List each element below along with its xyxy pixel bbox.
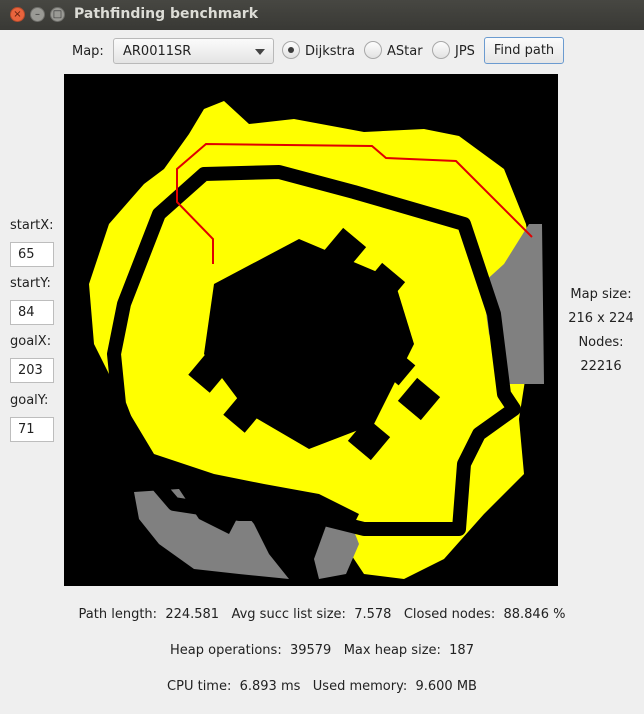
nodes-value: 22216 <box>580 359 622 374</box>
goal-x-input[interactable] <box>10 358 54 383</box>
maximize-window-button[interactable]: □ <box>50 7 65 22</box>
chevron-down-icon <box>255 49 265 55</box>
maximize-icon: □ <box>52 9 63 20</box>
start-x-input[interactable] <box>10 242 54 267</box>
minimize-icon: – <box>35 9 40 20</box>
map-label: Map: <box>72 44 104 59</box>
minimize-window-button[interactable]: – <box>30 7 45 22</box>
start-x-label: startX: <box>10 218 54 233</box>
jps-label[interactable]: JPS <box>455 44 475 59</box>
map-canvas[interactable] <box>64 74 558 586</box>
map-select-value: AR0011SR <box>123 44 192 59</box>
goal-y-label: goalY: <box>10 393 49 408</box>
window-titlebar: × – □ Pathfinding benchmark <box>0 0 644 30</box>
stats-line-cpu: CPU time: 6.893 ms Used memory: 9.600 MB <box>167 679 477 694</box>
close-window-button[interactable]: × <box>10 7 25 22</box>
stats-line-heap: Heap operations: 39579 Max heap size: 18… <box>170 643 474 658</box>
start-y-label: startY: <box>10 276 51 291</box>
stats-line-path: Path length: 224.581 Avg succ list size:… <box>78 607 566 622</box>
find-path-button[interactable]: Find path <box>484 37 564 64</box>
window-title: Pathfinding benchmark <box>74 6 259 22</box>
goal-y-input[interactable] <box>10 417 54 442</box>
map-size-label: Map size: <box>570 287 632 302</box>
map-select[interactable]: AR0011SR <box>113 38 274 64</box>
dijkstra-radio[interactable] <box>282 41 300 59</box>
map-size-value: 216 x 224 <box>568 311 634 326</box>
goal-x-label: goalX: <box>10 334 52 349</box>
dijkstra-label[interactable]: Dijkstra <box>305 44 355 59</box>
close-icon: × <box>13 9 22 20</box>
astar-radio[interactable] <box>364 41 382 59</box>
start-y-input[interactable] <box>10 300 54 325</box>
jps-radio[interactable] <box>432 41 450 59</box>
nodes-label: Nodes: <box>578 335 624 350</box>
astar-label[interactable]: AStar <box>387 44 423 59</box>
